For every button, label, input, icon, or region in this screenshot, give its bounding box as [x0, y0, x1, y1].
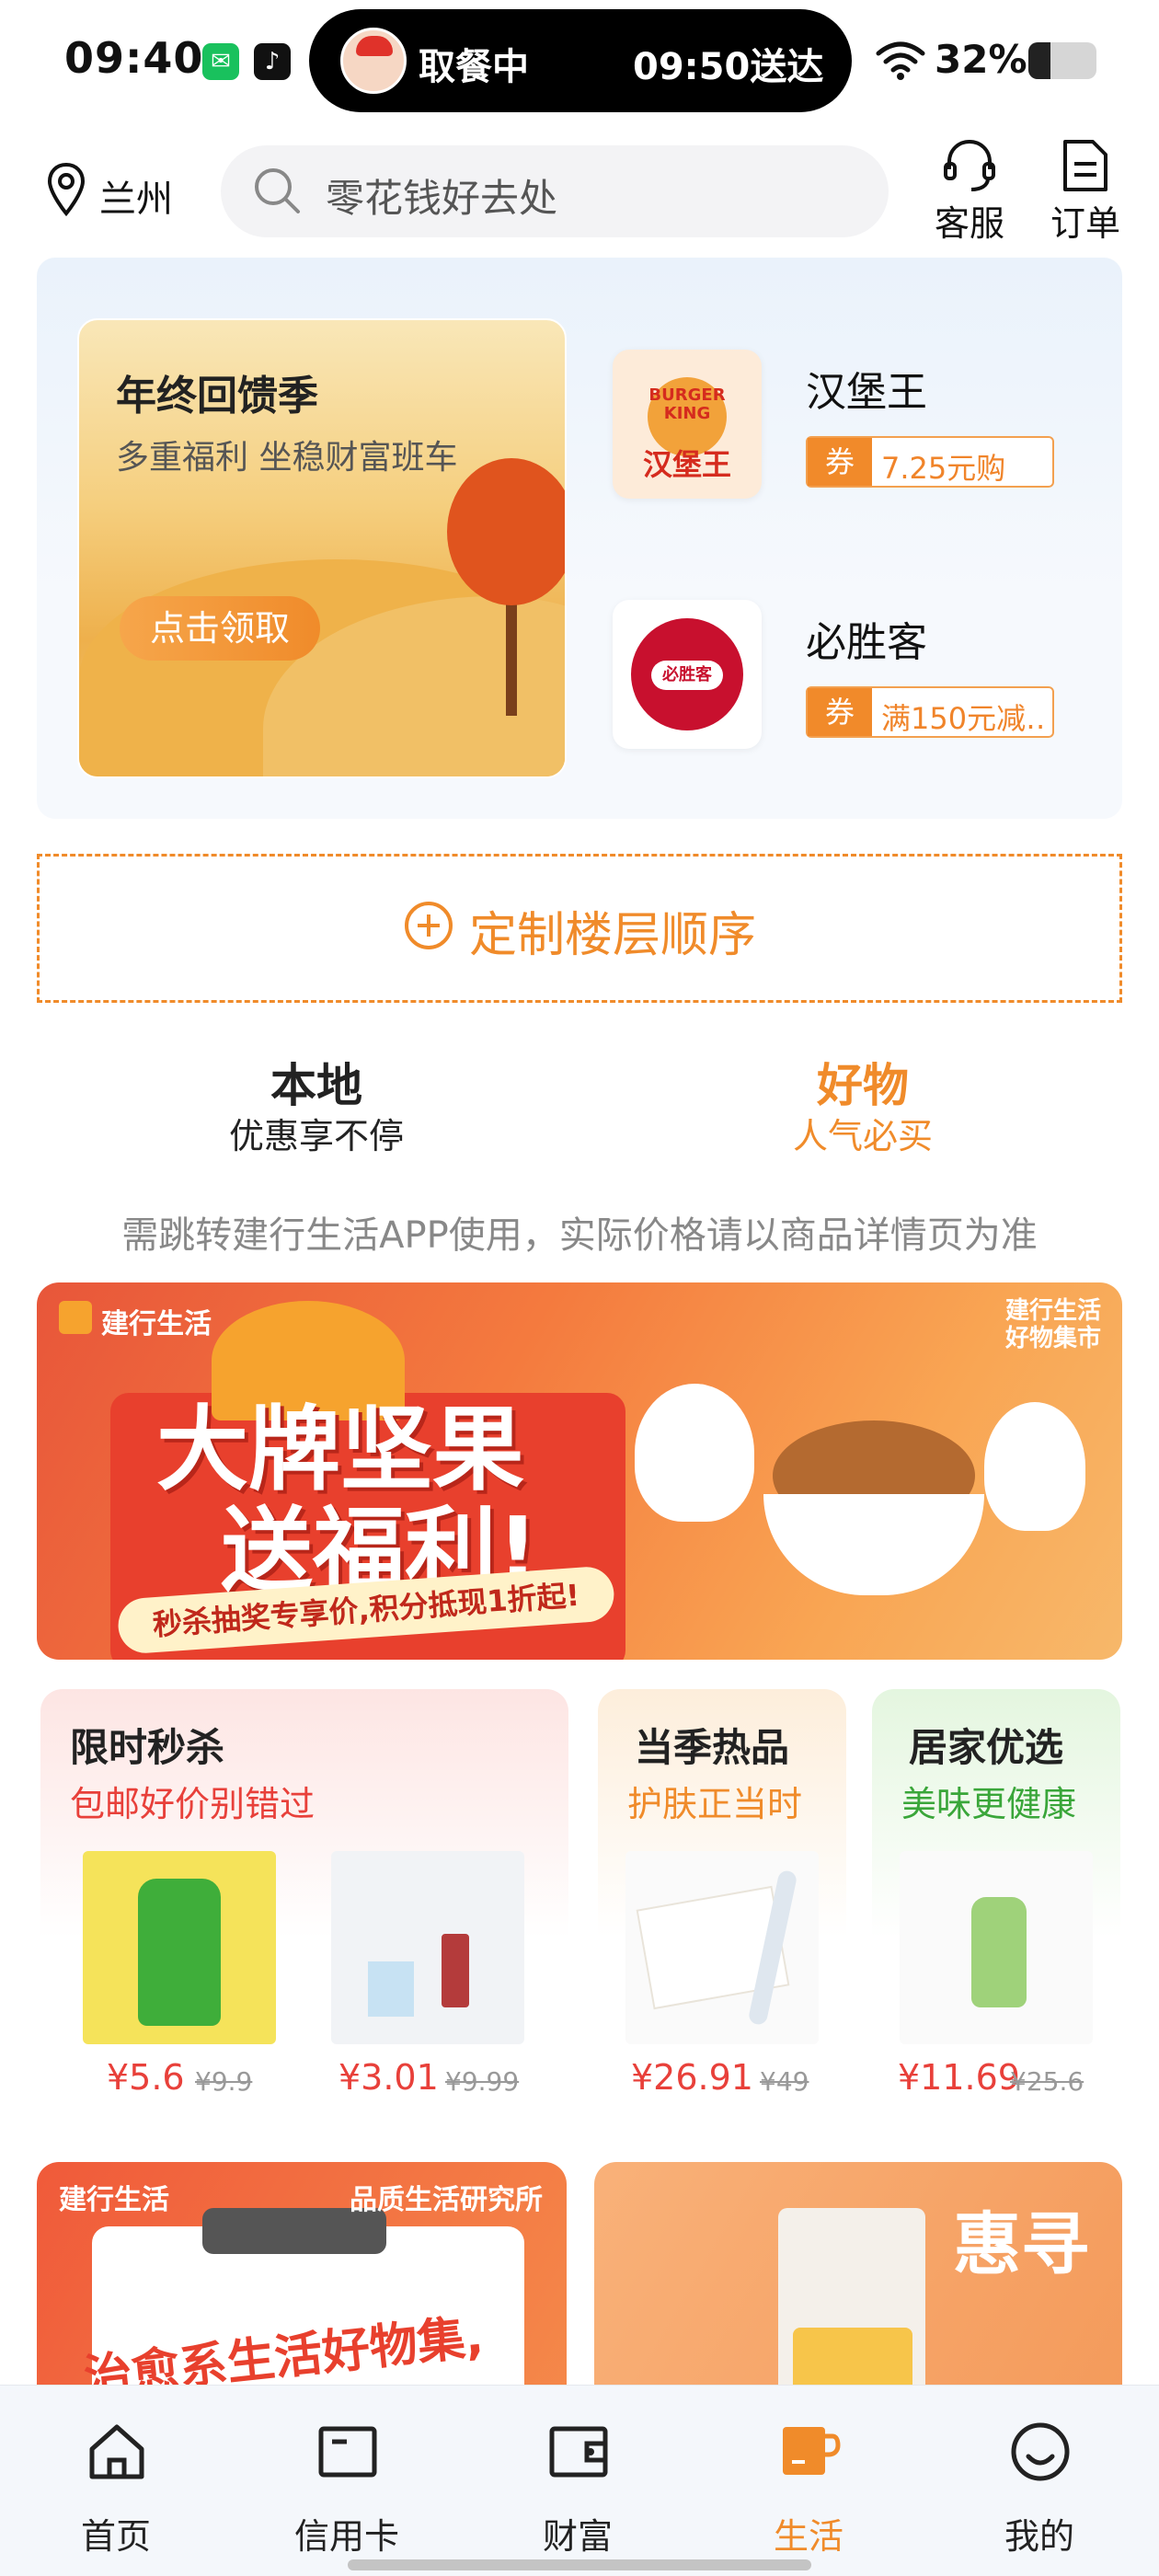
tab-goods[interactable]: 好物 [725, 1049, 1001, 1115]
service-label[interactable]: 客服 [914, 195, 1025, 246]
status-time: 09:40 [64, 33, 204, 83]
wallet-icon [549, 2426, 608, 2478]
tiktok-icon: ♪ [254, 43, 291, 80]
nut-bowl-illustration [763, 1494, 984, 1595]
banner-tag: 品质生活研究所 [350, 2184, 543, 2216]
coupon-tag: 券 [808, 688, 872, 736]
banner-brand: 建行生活 [59, 2184, 169, 2216]
sale-price: ¥26.91 [631, 2057, 753, 2098]
product-image[interactable] [83, 1851, 276, 2044]
tab-local-subtitle[interactable]: 优惠享不停 [178, 1108, 454, 1158]
card-subtitle: 包邮好价别错过 [70, 1784, 316, 1824]
search-input[interactable]: 零花钱好去处 [326, 167, 557, 224]
banner-brand: 建行生活 [101, 1308, 212, 1340]
courier-avatar [340, 28, 407, 94]
location-pin-icon[interactable] [46, 162, 86, 217]
card-title: 居家优选 [909, 1725, 1064, 1770]
product-image[interactable] [900, 1851, 1093, 2044]
tab-goods-subtitle[interactable]: 人气必买 [725, 1108, 1001, 1158]
original-price: ¥9.9 [195, 2066, 253, 2097]
original-price: ¥25.6 [1010, 2066, 1084, 2097]
promo-illustration-tree [447, 458, 565, 605]
promo-subtitle: 多重福利 坐稳财富班车 [116, 439, 458, 477]
product-image[interactable] [625, 1851, 819, 2044]
smiley-icon [1011, 2422, 1070, 2481]
card-title: 当季热品 [635, 1725, 790, 1770]
search-icon [255, 168, 300, 213]
nav-label: 生活 [773, 2516, 843, 2557]
coupon-text: 7.25元购 [881, 451, 1006, 486]
battery-fill [1028, 42, 1050, 79]
battery-icon [1028, 42, 1096, 79]
redirect-notice: 需跳转建行生活APP使用，实际价格请以商品详情页为准 [121, 1214, 1038, 1257]
card-subtitle: 护肤正当时 [627, 1784, 803, 1824]
sale-price: ¥11.69 [898, 2057, 1020, 2098]
original-price: ¥49 [760, 2066, 809, 2097]
city-selector[interactable]: 兰州 [99, 169, 173, 223]
sale-price: ¥3.01 [339, 2057, 439, 2098]
nav-label: 财富 [542, 2516, 613, 2557]
nav-item-me[interactable]: 我的 [947, 2405, 1131, 2561]
promo-illustration-tree-trunk [506, 587, 517, 716]
headset-icon[interactable] [940, 136, 999, 195]
coupon-badge[interactable]: 券 7.25元购 [806, 436, 1054, 488]
pickup-status: 取餐中 [419, 46, 529, 88]
mouthwash-bottle-illustration [971, 1897, 1027, 2007]
coupon-text: 满150元减… [881, 701, 1047, 736]
ccb-life-logo-icon [59, 1301, 92, 1334]
burger-king-logo-wordmark: BURGER KING [648, 385, 726, 423]
pizza-hut-logo-text: 必胜客 [651, 661, 723, 690]
original-price: ¥9.99 [445, 2066, 520, 2097]
flash-sale-card[interactable]: 限时秒杀 包邮好价别错过 ¥5.6 ¥9.9 ¥3.01 ¥9.99 [40, 1689, 568, 2103]
coupon-tag: 券 [808, 438, 872, 486]
order-document-icon[interactable] [1056, 136, 1115, 195]
banner-corner-tag: 建行生活好物集市 [1004, 1297, 1101, 1352]
year-end-promo-card[interactable]: 年终回馈季 多重福利 坐稳财富班车 点击领取 [77, 318, 567, 778]
mascot-unicorn-illustration [984, 1402, 1085, 1531]
mascot-dog-illustration [635, 1384, 754, 1522]
home-picks-card[interactable]: 居家优选 美味更健康 ¥11.69 ¥25.6 [872, 1689, 1120, 2103]
tab-local[interactable]: 本地 [178, 1049, 454, 1115]
product-image[interactable] [331, 1851, 524, 2044]
burger-king-logo[interactable]: BURGER KING 汉堡王 [613, 350, 762, 499]
coffee-cup-icon [783, 2427, 841, 2475]
battery-percent: 32% [935, 37, 1027, 82]
wifi-icon [876, 41, 925, 80]
wechat-icon: ✉ [202, 43, 239, 80]
nav-label: 信用卡 [293, 2516, 399, 2557]
nuts-banner[interactable]: 建行生活 大牌坚果 送福利! 秒杀抽奖专享价,积分抵现1折起! 建行生活好物集市 [37, 1282, 1122, 1660]
card-subtitle: 美味更健康 [901, 1784, 1077, 1824]
nav-label: 首页 [80, 2516, 151, 2557]
orders-label[interactable]: 订单 [1030, 195, 1141, 246]
brand-name[interactable]: 汉堡王 [806, 359, 927, 418]
promo-title: 年终回馈季 [116, 373, 318, 420]
home-indicator[interactable] [348, 2559, 811, 2570]
banner-title: 惠寻 [953, 2205, 1089, 2284]
customize-floor-order-label[interactable]: 定制楼层顺序 [469, 896, 756, 965]
credit-card-icon [318, 2426, 377, 2478]
lipstick-illustration [442, 1934, 469, 2007]
nav-item-wealth[interactable]: 财富 [486, 2405, 670, 2561]
delivery-time: 09:50送达 [633, 46, 824, 88]
nav-label: 我的 [1004, 2516, 1074, 2557]
lipstick-pack-illustration [368, 1961, 414, 2017]
add-circle-icon [405, 902, 453, 949]
card-title: 限时秒杀 [70, 1725, 225, 1770]
home-icon [89, 2424, 144, 2479]
seasonal-hot-card[interactable]: 当季热品 护肤正当时 ¥26.91 ¥49 [598, 1689, 846, 2103]
burger-king-logo-text: 汉堡王 [642, 447, 731, 482]
brand-name[interactable]: 必胜客 [806, 609, 927, 668]
nav-item-credit-card[interactable]: 信用卡 [255, 2405, 439, 2561]
pizza-hut-logo[interactable]: 必胜客 [613, 600, 762, 749]
sale-price: ¥5.6 [107, 2057, 185, 2098]
coupon-badge[interactable]: 券 满150元减… [806, 686, 1054, 738]
nav-item-life[interactable]: 生活 [717, 2405, 901, 2561]
detergent-bottle-illustration [138, 1879, 221, 2026]
claim-button[interactable]: 点击领取 [120, 596, 320, 661]
nav-item-home[interactable]: 首页 [24, 2405, 208, 2561]
